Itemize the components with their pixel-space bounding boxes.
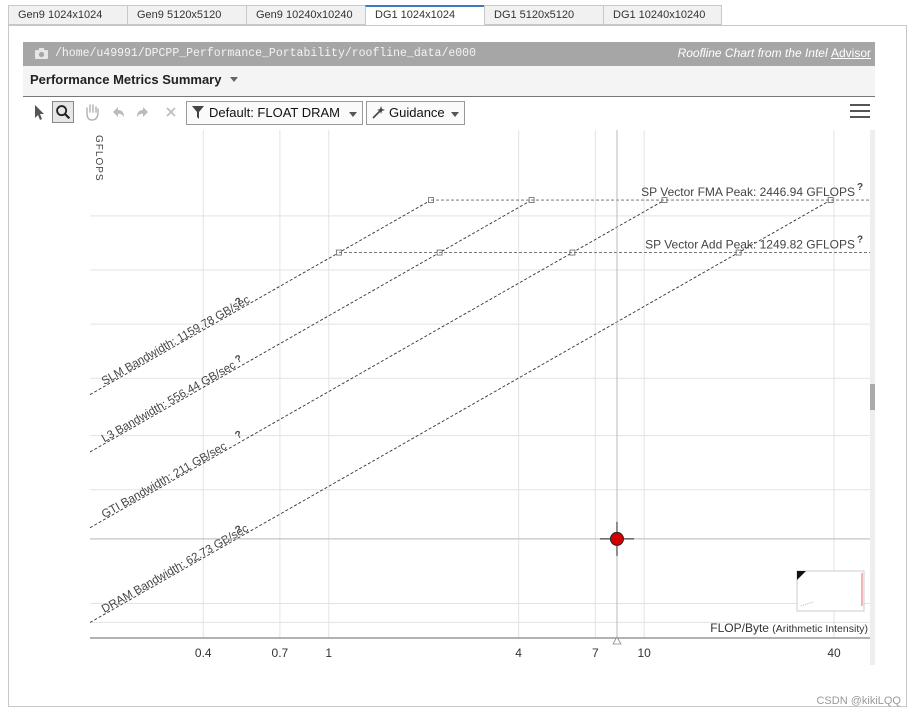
x-tick-label: 4: [515, 646, 522, 660]
watermark: CSDN @kikiLQQ: [816, 695, 901, 707]
minimap-frame: [796, 570, 865, 612]
x-tick-label: 0.7: [272, 646, 289, 660]
data-point[interactable]: [609, 531, 624, 546]
memory-roof-label: DRAM Bandwidth: 62.73 GB/sec: [100, 522, 251, 615]
x-axis-label-suffix: (Arithmetic Intensity): [772, 623, 868, 635]
scrollbar-thumb[interactable]: [870, 384, 875, 410]
minimap[interactable]: [796, 570, 865, 612]
help-marker[interactable]: ?: [857, 182, 863, 193]
roofline-chart[interactable]: 0.4 0.7 1 4 7 10 40 GFLOPS FLOP/Byte (Arithmetic…: [0, 0, 915, 715]
x-tick-label: 40: [827, 646, 841, 660]
x-tick-label: 7: [592, 646, 599, 660]
compute-roof-label: SP Vector FMA Peak: 2446.94 GFLOPS: [641, 185, 855, 199]
x-tick-label: 10: [637, 646, 651, 660]
compute-roof-label: SP Vector Add Peak: 1249.82 GFLOPS: [645, 238, 855, 252]
help-marker[interactable]: ?: [857, 235, 863, 246]
memory-roof: GTI Bandwidth: 211 GB/sec?: [89, 197, 668, 529]
compute-roof: SP Vector Add Peak: 1249.82 GFLOPS?: [338, 235, 870, 254]
help-marker[interactable]: ?: [233, 353, 244, 366]
x-axis-label: FLOP/Byte (Arithmetic Intensity): [710, 621, 868, 635]
memory-roof: DRAM Bandwidth: 62.73 GB/sec?: [89, 197, 834, 623]
x-tick-label: 1: [325, 646, 332, 660]
x-tick-label: 0.4: [195, 646, 212, 660]
x-axis-label-main: FLOP/Byte: [710, 621, 772, 635]
y-axis-label: GFLOPS: [93, 135, 104, 182]
memory-roof-label: GTI Bandwidth: 211 GB/sec: [100, 440, 229, 521]
compute-roof: SP Vector FMA Peak: 2446.94 GFLOPS?: [431, 182, 870, 201]
memory-roof: SLM Bandwidth: 1159.78 GB/sec?: [89, 197, 434, 395]
memory-roof: L3 Bandwidth: 556.44 GB/sec?: [89, 197, 535, 453]
